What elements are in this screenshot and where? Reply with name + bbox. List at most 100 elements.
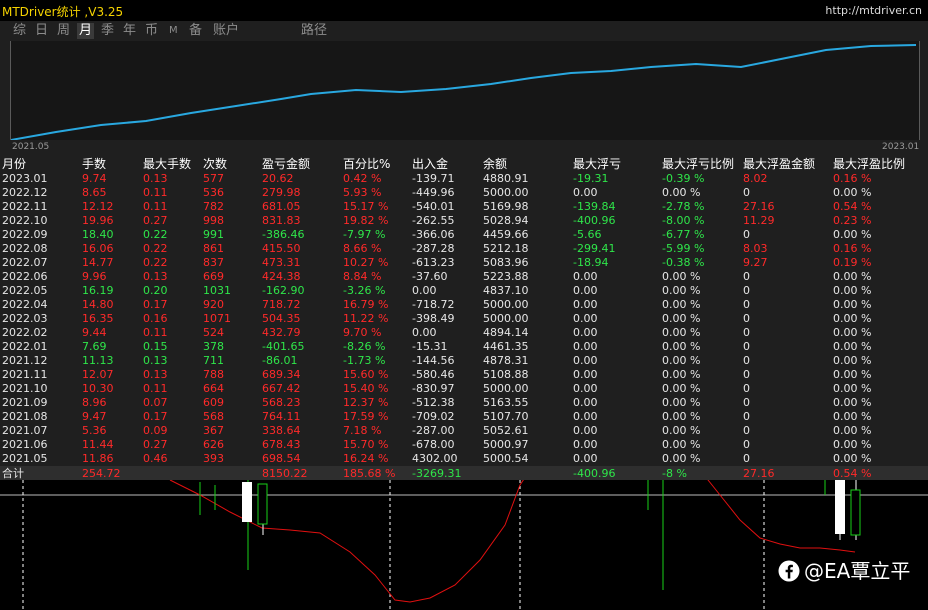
cell-max-float-profit: 0 <box>743 228 750 241</box>
site-url-link[interactable]: http://mtdriver.cn <box>825 4 922 17</box>
cell-percent: 16.79 % <box>343 298 389 311</box>
tab-currency[interactable]: 币 <box>145 23 158 39</box>
cell-max-float-loss-pct: -5.99 % <box>662 242 705 255</box>
cell-max-float-profit-pct: 0.54 % <box>833 200 872 213</box>
cell-month: 2022.10 <box>2 214 48 227</box>
cell-max-lots: 0.09 <box>143 424 168 437</box>
cell-max-float-loss-pct: 0.00 % <box>662 298 701 311</box>
cell-lots: 9.74 <box>82 172 107 185</box>
column-header-profit[interactable]: 盈亏金额 <box>262 156 310 172</box>
cell-month: 2021.10 <box>2 382 48 395</box>
cell-max-float-profit-pct: 0.00 % <box>833 228 872 241</box>
cell-trades: 393 <box>203 452 224 465</box>
equity-x-start-label: 2021.05 <box>12 142 50 152</box>
cell-max-float-profit-pct: 0.00 % <box>833 340 872 353</box>
cell-percent: 5.93 % <box>343 186 382 199</box>
tab-account[interactable]: 账户 <box>213 23 239 39</box>
cell-trades: 788 <box>203 368 224 381</box>
cell-month: 2022.12 <box>2 186 48 199</box>
cell-lots: 10.30 <box>82 382 114 395</box>
cell-balance: 4880.91 <box>483 172 529 185</box>
tab-m[interactable]: M <box>169 23 178 39</box>
table-header-row: 月份 手数 最大手数 次数 盈亏金额 百分比% 出入金 余额 最大浮亏 最大浮亏比例 最大浮盈金额 最… <box>0 156 928 172</box>
column-header-max-lots[interactable]: 最大手数 <box>143 156 191 172</box>
tab-week[interactable]: 周 <box>57 23 70 39</box>
column-header-max-float-loss[interactable]: 最大浮亏 <box>573 156 621 172</box>
cell-profit: 424.38 <box>262 270 301 283</box>
column-header-balance[interactable]: 余额 <box>483 156 507 172</box>
cell-lots: 14.80 <box>82 298 114 311</box>
tab-path[interactable]: 路径 <box>301 23 327 39</box>
cell-max-float-loss-pct: -6.77 % <box>662 228 705 241</box>
cell-balance: 5028.94 <box>483 214 529 227</box>
tab-day[interactable]: 日 <box>35 23 48 39</box>
column-header-lots[interactable]: 手数 <box>82 156 106 172</box>
column-header-max-float-loss-pct[interactable]: 最大浮亏比例 <box>662 156 734 172</box>
cell-max-float-loss-pct: 0.00 % <box>662 354 701 367</box>
cell-deposit-withdraw: -15.31 <box>412 340 448 353</box>
statistics-panel: MTDriver统计 ,V3.25 http://mtdriver.cn 综 日… <box>0 0 928 480</box>
cell-lots: 8.96 <box>82 396 107 409</box>
total-max-float-profit-pct: 0.54 % <box>833 467 872 480</box>
table-row: 2022.03 16.35 0.16 1071 504.35 11.22 % -398.49… <box>0 312 928 326</box>
cell-max-float-profit: 0 <box>743 340 750 353</box>
cell-trades: 711 <box>203 354 224 367</box>
cell-deposit-withdraw: -449.96 <box>412 186 455 199</box>
column-header-deposit-withdraw[interactable]: 出入金 <box>412 156 448 172</box>
total-profit: 8150.22 <box>262 467 308 480</box>
cell-deposit-withdraw: -709.02 <box>412 410 455 423</box>
column-header-trades[interactable]: 次数 <box>203 156 227 172</box>
cell-month: 2021.11 <box>2 368 48 381</box>
cell-lots: 18.40 <box>82 228 114 241</box>
cell-max-float-loss: -139.84 <box>573 200 616 213</box>
cell-max-float-loss-pct: 0.00 % <box>662 396 701 409</box>
cell-percent: 17.59 % <box>343 410 389 423</box>
tab-quarter[interactable]: 季 <box>101 23 114 39</box>
table-row: 2021.05 11.86 0.46 393 698.54 16.24 % 4302.00 5… <box>0 452 928 466</box>
table-row: 2022.01 7.69 0.15 378 -401.65 -8.26 % -15.31 44… <box>0 340 928 354</box>
column-header-max-float-profit-pct[interactable]: 最大浮盈比例 <box>833 156 905 172</box>
table-row: 2022.11 12.12 0.11 782 681.05 15.17 % -540.01 5… <box>0 200 928 214</box>
cell-trades: 837 <box>203 256 224 269</box>
cell-max-float-loss-pct: 0.00 % <box>662 340 701 353</box>
cell-max-float-loss: 0.00 <box>573 452 598 465</box>
tab-year[interactable]: 年 <box>123 23 136 39</box>
cell-month: 2022.02 <box>2 326 48 339</box>
cell-lots: 12.12 <box>82 200 114 213</box>
cell-month: 2022.07 <box>2 256 48 269</box>
cell-max-lots: 0.15 <box>143 340 168 353</box>
cell-profit: 764.11 <box>262 410 301 423</box>
cell-max-float-loss-pct: 0.00 % <box>662 326 701 339</box>
cell-trades: 664 <box>203 382 224 395</box>
cell-max-lots: 0.16 <box>143 312 168 325</box>
cell-balance: 5083.96 <box>483 256 529 269</box>
cell-deposit-withdraw: -37.60 <box>412 270 448 283</box>
cell-max-lots: 0.22 <box>143 228 168 241</box>
cell-deposit-withdraw: -262.55 <box>412 214 455 227</box>
total-deposit-withdraw: -3269.31 <box>412 467 462 480</box>
cell-lots: 16.06 <box>82 242 114 255</box>
column-header-percent[interactable]: 百分比% <box>343 156 390 172</box>
cell-max-float-loss: -5.66 <box>573 228 602 241</box>
tab-month[interactable]: 月 <box>77 23 95 39</box>
period-tabs: 综 日 周 月 季 年 币 M 备 账户 路径 <box>0 21 928 41</box>
column-header-max-float-profit[interactable]: 最大浮盈金额 <box>743 156 815 172</box>
cell-balance: 4459.66 <box>483 228 529 241</box>
cell-trades: 920 <box>203 298 224 311</box>
table-row: 2022.04 14.80 0.17 920 718.72 16.79 % -718.72 5… <box>0 298 928 312</box>
cell-profit: 20.62 <box>262 172 294 185</box>
cell-deposit-withdraw: -678.00 <box>412 438 455 451</box>
cell-month: 2022.09 <box>2 228 48 241</box>
tab-backup[interactable]: 备 <box>189 23 202 39</box>
cell-percent: 7.18 % <box>343 424 382 437</box>
trading-terminal: MTDriver统计 ,V3.25 http://mtdriver.cn 综 日… <box>0 0 928 610</box>
table-row: 2023.01 9.74 0.13 577 20.62 0.42 % -139.71 4880… <box>0 172 928 186</box>
cell-lots: 19.96 <box>82 214 114 227</box>
cell-max-lots: 0.11 <box>143 382 168 395</box>
cell-max-lots: 0.20 <box>143 284 168 297</box>
cell-balance: 5000.54 <box>483 452 529 465</box>
cell-max-float-profit: 0 <box>743 424 750 437</box>
column-header-month[interactable]: 月份 <box>2 156 26 172</box>
tab-summary[interactable]: 综 <box>13 23 26 39</box>
cell-max-float-profit: 11.29 <box>743 214 775 227</box>
